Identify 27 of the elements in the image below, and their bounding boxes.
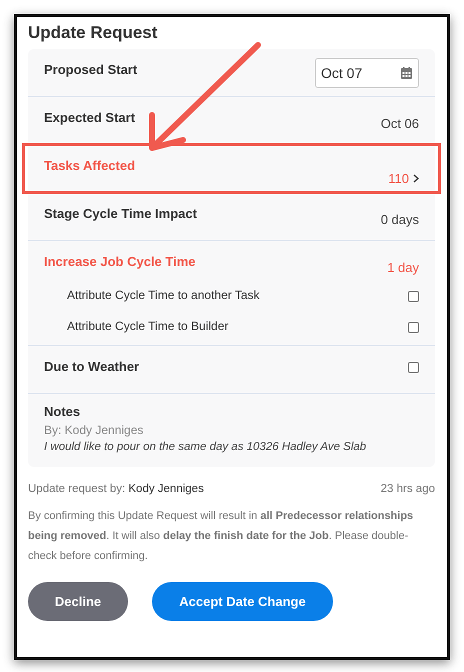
row-value: Oct 06 xyxy=(380,116,419,134)
row-label: Stage Cycle Time Impact xyxy=(44,206,197,224)
checkbox[interactable] xyxy=(408,362,419,373)
row-value: 0 days xyxy=(380,212,419,230)
requested-by-text: Update request by: Kody Jenniges xyxy=(28,482,204,496)
row-label: Expected Start xyxy=(44,110,136,128)
date-field[interactable]: Oct 07 xyxy=(315,58,419,88)
notes-heading: Notes xyxy=(44,404,82,420)
tasks-link[interactable]: 110 xyxy=(388,164,419,192)
accept-button[interactable]: Accept Date Change xyxy=(152,582,333,622)
option-label: Attribute Cycle Time to Builder xyxy=(67,319,228,334)
chevron-right-icon xyxy=(413,174,419,183)
checkbox[interactable] xyxy=(408,322,419,334)
warning-text: By confirming this Update Request will result in all Predecessor relationships being removed. It will also delay the finish date for the Job. Please double-check before confirming. xyxy=(28,509,414,564)
note-text: I would like to pour on the same day as 10326 Hadley Ave Slab xyxy=(44,440,368,455)
row-label: Due to Weather xyxy=(44,358,140,376)
dialog-title: Update Request xyxy=(28,23,158,44)
decline-button[interactable]: Decline xyxy=(28,582,128,622)
checkbox[interactable] xyxy=(408,290,419,302)
notes-author: By: Kody Jenniges xyxy=(44,423,144,438)
row-label: Increase Job Cycle Time xyxy=(44,254,196,272)
option-label: Attribute Cycle Time to another Task xyxy=(67,288,260,302)
row-label: Proposed Start xyxy=(44,62,138,80)
request-time: 23 hrs ago xyxy=(380,482,435,496)
row-value: 1 day xyxy=(387,260,419,276)
row-label: Tasks Affected xyxy=(44,158,136,176)
calendar-icon xyxy=(401,67,412,80)
